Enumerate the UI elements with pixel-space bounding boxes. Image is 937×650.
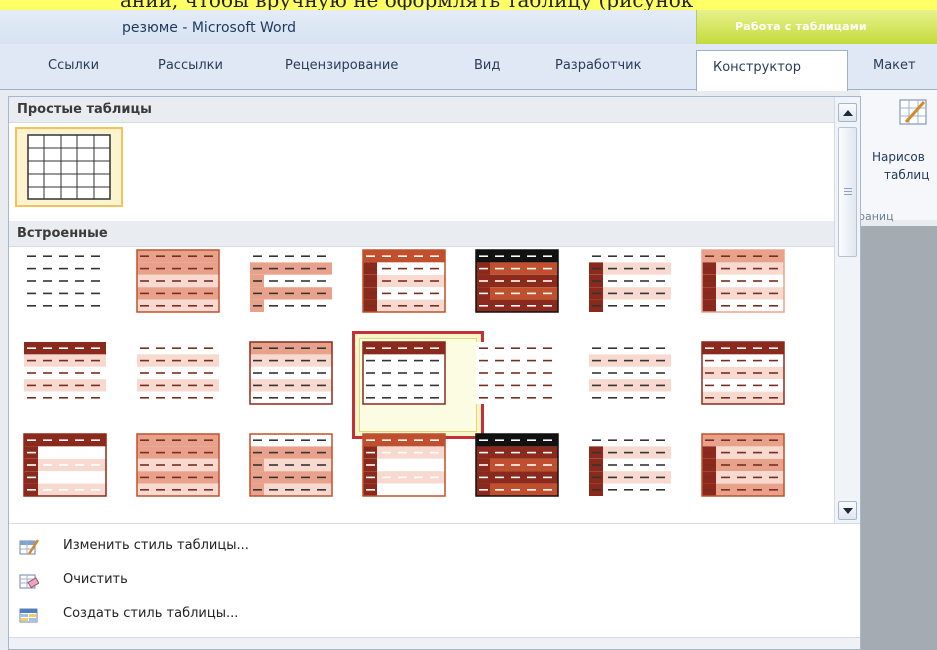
menu-clear-label: Очистить — [63, 572, 128, 587]
table-style-preview — [589, 342, 671, 404]
section-builtin-label: Встроенные — [17, 226, 108, 241]
ribbon-group-label: раниц — [858, 210, 894, 223]
tab-design[interactable]: Конструктор — [696, 50, 848, 91]
table-style-preview — [362, 433, 446, 497]
document-text: ании, чтобы вручную не оформлять таблицу… — [120, 0, 693, 10]
table-style-preview — [23, 433, 107, 497]
scroll-down-button[interactable] — [838, 501, 857, 520]
new-style-icon — [19, 608, 38, 623]
table-style-preview — [249, 433, 333, 497]
table-style-thumb[interactable] — [588, 341, 672, 407]
table-style-thumb[interactable] — [23, 433, 107, 499]
menu-modify-table-style[interactable]: Изменить стиль таблицы... — [9, 531, 860, 563]
ribbon-tab-row: Ссылки Рассылки Рецензирование Вид Разра… — [0, 44, 937, 91]
title-bar: резюме - Microsoft Word Работа с таблица… — [0, 10, 937, 44]
tab-design-label: Конструктор — [713, 60, 801, 75]
table-style-thumb[interactable] — [136, 249, 220, 315]
gallery-scrollbar[interactable] — [834, 97, 860, 523]
table-style-thumb[interactable] — [362, 249, 446, 315]
tab-developer[interactable]: Разработчик — [555, 58, 641, 73]
table-style-preview — [136, 249, 220, 313]
modify-style-icon — [19, 539, 39, 555]
tab-view[interactable]: Вид — [474, 58, 500, 73]
tab-layout[interactable]: Макет — [873, 58, 916, 73]
table-style-preview — [250, 250, 332, 312]
table-style-preview — [475, 433, 559, 497]
table-style-thumb[interactable] — [701, 341, 785, 407]
table-style-preview — [24, 250, 106, 312]
draw-table-icon[interactable] — [898, 98, 930, 128]
draw-table-label-line1: Нарисов — [872, 150, 925, 164]
table-style-thumb[interactable] — [701, 249, 785, 315]
table-style-thumb[interactable] — [136, 341, 220, 407]
gallery-resize-bar[interactable] — [9, 637, 860, 649]
clear-icon — [19, 574, 39, 589]
scroll-thumb[interactable] — [838, 127, 857, 257]
table-style-preview — [362, 341, 446, 405]
tab-references[interactable]: Ссылки — [48, 58, 99, 73]
menu-clear[interactable]: Очистить — [9, 565, 860, 597]
table-style-preview — [136, 433, 220, 497]
context-tab-group-label: Работа с таблицами — [735, 20, 867, 33]
table-style-preview — [476, 342, 558, 404]
table-style-preview — [589, 434, 671, 496]
table-style-thumb[interactable] — [362, 433, 446, 499]
table-style-thumb[interactable] — [475, 341, 559, 407]
table-style-preview — [362, 249, 446, 313]
table-style-preview — [249, 341, 333, 405]
table-style-thumb[interactable] — [23, 249, 107, 315]
table-style-thumb[interactable] — [23, 341, 107, 407]
scroll-up-icon — [843, 110, 853, 116]
table-style-thumb[interactable] — [249, 341, 333, 407]
menu-modify-table-style-label: Изменить стиль таблицы... — [63, 538, 249, 553]
table-style-preview — [701, 249, 785, 313]
document-text-strip: ании, чтобы вручную не оформлять таблицу… — [0, 0, 937, 10]
table-style-thumb[interactable] — [588, 249, 672, 315]
table-style-preview — [137, 342, 219, 404]
table-style-thumb[interactable] — [475, 433, 559, 499]
grip-icon — [844, 194, 852, 195]
table-style-thumb[interactable] — [475, 249, 559, 315]
menu-separator — [9, 523, 860, 524]
draw-table-label-line2: таблиц — [884, 168, 930, 182]
table-style-thumb[interactable] — [588, 433, 672, 499]
table-style-thumb[interactable] — [249, 433, 333, 499]
draw-table-group: Нарисов таблиц раниц — [858, 90, 937, 223]
window-title: резюме - Microsoft Word — [122, 20, 297, 36]
section-plain-tables: Простые таблицы — [9, 97, 834, 123]
context-tab-group: Работа с таблицами — [696, 10, 937, 44]
document-area — [860, 226, 937, 650]
table-styles-gallery: Простые таблицы Встроенные Изменить стил… — [8, 96, 861, 650]
menu-new-table-style-label: Создать стиль таблицы... — [63, 606, 239, 621]
section-builtin: Встроенные — [9, 221, 834, 247]
tab-review[interactable]: Рецензирование — [285, 58, 398, 73]
table-style-thumb[interactable] — [136, 433, 220, 499]
table-style-preview — [589, 250, 671, 312]
table-style-preview — [701, 341, 785, 405]
tab-mailings[interactable]: Рассылки — [158, 58, 223, 73]
grip-icon — [844, 188, 852, 189]
table-style-preview — [24, 342, 106, 404]
table-style-preview — [701, 433, 785, 497]
table-style-thumb[interactable] — [362, 341, 446, 407]
table-style-thumb[interactable] — [249, 249, 333, 315]
table-style-thumb[interactable] — [701, 433, 785, 499]
scroll-down-icon — [843, 508, 853, 514]
plain-grid-preview — [27, 134, 111, 200]
style-plain-grid-selected[interactable] — [15, 127, 123, 207]
scroll-up-button[interactable] — [838, 103, 857, 122]
section-plain-tables-label: Простые таблицы — [17, 102, 152, 117]
grip-icon — [844, 191, 852, 192]
table-style-preview — [475, 249, 559, 313]
menu-new-table-style[interactable]: Создать стиль таблицы... — [9, 599, 860, 631]
